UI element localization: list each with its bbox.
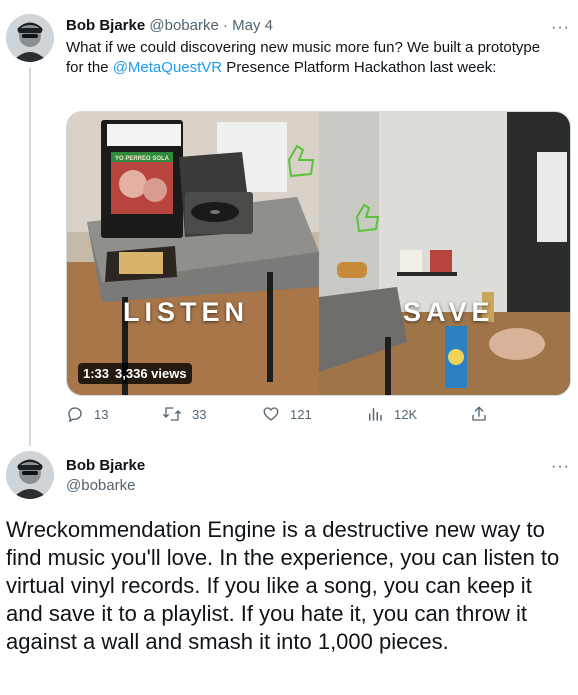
action-bar: 13 33 121 12K	[66, 405, 496, 427]
views-count: 12K	[394, 406, 418, 422]
more-options-button[interactable]: ···	[551, 20, 570, 36]
avatar-image	[6, 14, 54, 62]
reply-count: 13	[94, 406, 109, 422]
tweet-text: Wreckommendation Engine is a destructive…	[6, 517, 560, 654]
tweet-date[interactable]: May 4	[232, 17, 273, 34]
avatar[interactable]	[6, 14, 54, 62]
video-duration: 1:33	[83, 366, 110, 381]
tweet-text: What if we could discovering new music m…	[66, 38, 561, 78]
author-handle[interactable]: @bobarke	[149, 17, 218, 34]
video-views: 3,336 views	[115, 366, 187, 381]
video-media[interactable]: YO PERREO SOLA LISTEN SAVE	[66, 111, 571, 396]
share-button[interactable]	[470, 405, 488, 423]
avatar[interactable]	[6, 451, 54, 499]
like-button[interactable]: 121	[262, 405, 312, 423]
retweet-count: 33	[192, 406, 207, 422]
more-options-button[interactable]: ···	[551, 459, 570, 475]
retweet-icon	[163, 407, 181, 421]
tweet-text-after: Presence Platform Hackathon last week:	[222, 59, 497, 76]
share-icon	[472, 406, 486, 421]
views-icon	[369, 408, 382, 421]
overlay-save: SAVE	[403, 297, 495, 327]
overlay-listen: LISTEN	[123, 297, 250, 327]
author-name[interactable]: Bob Bjarke	[66, 457, 145, 475]
tweet-header: Bob Bjarke @bobarke · May 4	[66, 17, 273, 35]
author-name[interactable]: Bob Bjarke	[66, 17, 145, 34]
like-count: 121	[290, 406, 312, 422]
video-thumbnail: YO PERREO SOLA	[67, 112, 570, 395]
record-label: YO PERREO SOLA	[115, 156, 170, 162]
author-handle[interactable]: @bobarke	[66, 477, 135, 495]
video-stats-badge: 1:33 3,336 views	[78, 363, 192, 384]
avatar-image	[6, 451, 54, 499]
views-button[interactable]: 12K	[366, 405, 417, 423]
mention-link[interactable]: @MetaQuestVR	[113, 59, 222, 76]
thread-line	[29, 68, 31, 446]
retweet-button[interactable]: 33	[162, 405, 206, 423]
like-icon	[263, 407, 279, 421]
reply-icon	[68, 407, 82, 422]
reply-button[interactable]: 13	[66, 405, 108, 423]
separator-dot: ·	[222, 17, 228, 34]
